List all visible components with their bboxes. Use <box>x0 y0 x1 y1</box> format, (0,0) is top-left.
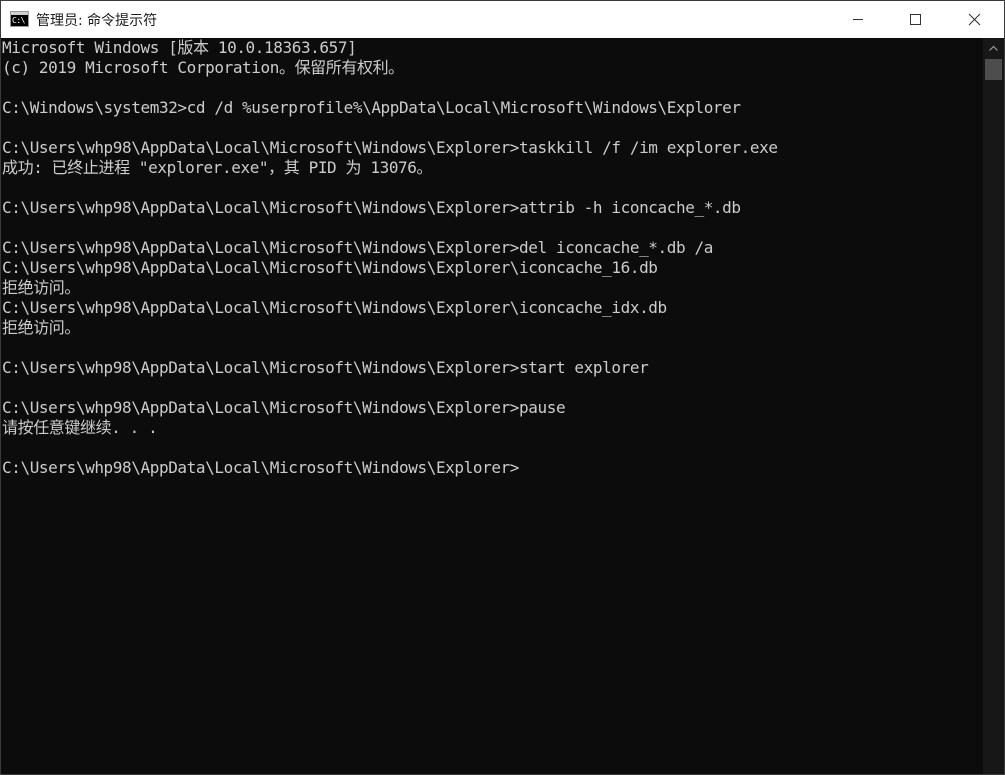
console-line: C:\Users\whp98\AppData\Local\Microsoft\W… <box>2 258 658 277</box>
console-output[interactable]: Microsoft Windows [版本 10.0.18363.657] (c)… <box>2 38 982 773</box>
scroll-up-button[interactable] <box>983 38 1004 58</box>
vertical-scrollbar[interactable] <box>983 38 1004 774</box>
cmd-icon-text: C:\ <box>12 16 25 25</box>
console-line: 请按任意键继续. . . <box>2 418 158 437</box>
scroll-thumb[interactable] <box>985 59 1002 80</box>
console-line: C:\Users\whp98\AppData\Local\Microsoft\W… <box>2 198 741 217</box>
console-line: 拒绝访问。 <box>2 278 81 297</box>
title-bar[interactable]: C:\ 管理员: 命令提示符 <box>1 1 1004 38</box>
console-line: C:\Users\whp98\AppData\Local\Microsoft\W… <box>2 138 778 157</box>
console-line: C:\Users\whp98\AppData\Local\Microsoft\W… <box>2 238 713 257</box>
console-line: C:\Users\whp98\AppData\Local\Microsoft\W… <box>2 358 649 377</box>
console-line: C:\Users\whp98\AppData\Local\Microsoft\W… <box>2 398 566 417</box>
close-button[interactable] <box>951 1 997 38</box>
console-line: C:\Windows\system32>cd /d %userprofile%\… <box>2 98 741 117</box>
console-line: C:\Users\whp98\AppData\Local\Microsoft\W… <box>2 298 667 317</box>
close-icon <box>968 13 981 26</box>
maximize-button[interactable] <box>891 1 937 38</box>
minimize-icon <box>853 19 863 20</box>
minimize-button[interactable] <box>835 1 881 38</box>
cmd-icon[interactable]: C:\ <box>10 11 29 27</box>
console-line: C:\Users\whp98\AppData\Local\Microsoft\W… <box>2 458 520 477</box>
maximize-icon <box>910 14 921 25</box>
command-prompt-window: C:\ 管理员: 命令提示符 Microsoft Windows [版本 10.… <box>0 0 1005 775</box>
arrow-up-icon <box>989 45 998 51</box>
console-line: (c) 2019 Microsoft Corporation。保留所有权利。 <box>2 58 404 77</box>
console-line: 成功: 已终止进程 "explorer.exe"，其 PID 为 13076。 <box>2 158 433 177</box>
console-line: Microsoft Windows [版本 10.0.18363.657] <box>2 38 357 57</box>
window-title: 管理员: 命令提示符 <box>36 13 158 29</box>
console-line: 拒绝访问。 <box>2 318 81 337</box>
